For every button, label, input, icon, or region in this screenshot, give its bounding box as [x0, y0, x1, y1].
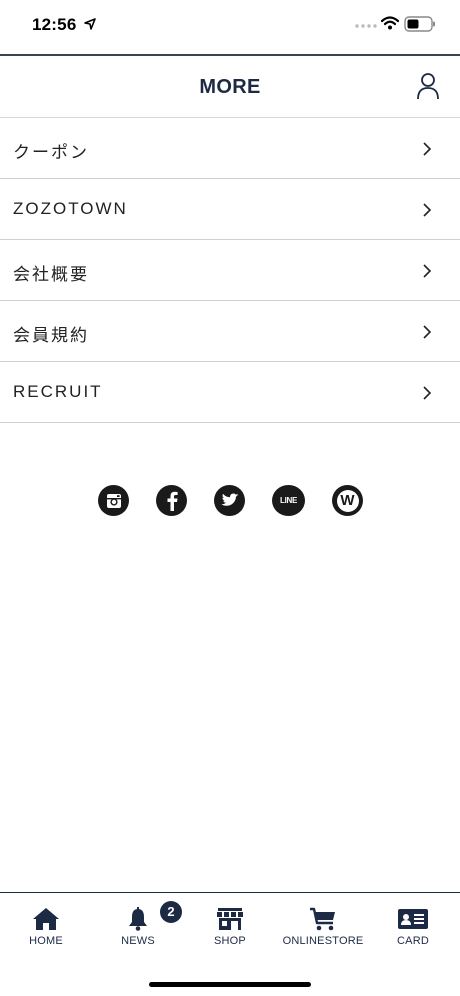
tab-label: HOME: [29, 935, 63, 947]
location-arrow-icon: [84, 18, 96, 30]
menu-item-coupon[interactable]: クーポン: [0, 118, 460, 179]
tab-label: ONLINESTORE: [282, 935, 364, 947]
news-badge: 2: [160, 901, 182, 923]
tab-label: SHOP: [214, 935, 246, 947]
tab-label: NEWS: [121, 935, 155, 947]
status-time: 12:56: [32, 15, 77, 34]
cart-icon: [310, 907, 335, 931]
tab-label: CARD: [397, 935, 429, 947]
page-title: MORE: [199, 76, 261, 98]
card-icon: [398, 909, 428, 929]
social-links: LINE W: [98, 485, 364, 517]
tab-shop[interactable]: SHOP: [184, 907, 276, 955]
tab-onlinestore[interactable]: ONLINESTORE: [277, 907, 369, 955]
wear-icon[interactable]: W: [332, 485, 363, 516]
menu-item-label: クーポン: [13, 143, 89, 162]
home-indicator[interactable]: [149, 982, 311, 987]
bell-icon: [129, 907, 147, 931]
chevron-right-icon: [423, 264, 432, 278]
store-icon: [217, 908, 243, 930]
battery-icon: [404, 16, 435, 32]
twitter-icon[interactable]: [214, 485, 245, 516]
menu-list: クーポン ZOZOTOWN 会社概要 会員規約 RECRUIT: [0, 118, 460, 423]
menu-item-zozotown[interactable]: ZOZOTOWN: [0, 179, 460, 240]
home-icon: [33, 908, 59, 930]
chevron-right-icon: [423, 203, 432, 217]
line-icon[interactable]: LINE: [272, 485, 305, 516]
instagram-icon[interactable]: [98, 485, 129, 516]
menu-item-terms[interactable]: 会員規約: [0, 301, 460, 362]
menu-item-label: 会社概要: [13, 265, 89, 284]
line-logo-text: LINE: [279, 496, 298, 505]
menu-item-recruit[interactable]: RECRUIT: [0, 362, 460, 423]
facebook-icon[interactable]: [156, 485, 187, 516]
menu-item-label: 会員規約: [13, 326, 89, 345]
menu-item-label: ZOZOTOWN: [13, 199, 128, 218]
chevron-right-icon: [423, 386, 432, 400]
chevron-right-icon: [423, 142, 432, 156]
tab-home[interactable]: HOME: [0, 907, 92, 955]
chevron-right-icon: [423, 325, 432, 339]
wifi-icon: [381, 16, 399, 30]
menu-item-company[interactable]: 会社概要: [0, 240, 460, 301]
tab-card[interactable]: CARD: [367, 907, 459, 955]
wear-logo-text: W: [336, 489, 359, 512]
user-icon[interactable]: [416, 72, 440, 100]
bottom-tab-bar: HOME NEWS SHOP ONLINESTORE CARD: [0, 892, 460, 963]
header: MORE: [0, 54, 460, 118]
status-bar: 12:56: [0, 0, 460, 54]
signal-icon: [355, 24, 377, 28]
menu-item-label: RECRUIT: [13, 382, 103, 401]
